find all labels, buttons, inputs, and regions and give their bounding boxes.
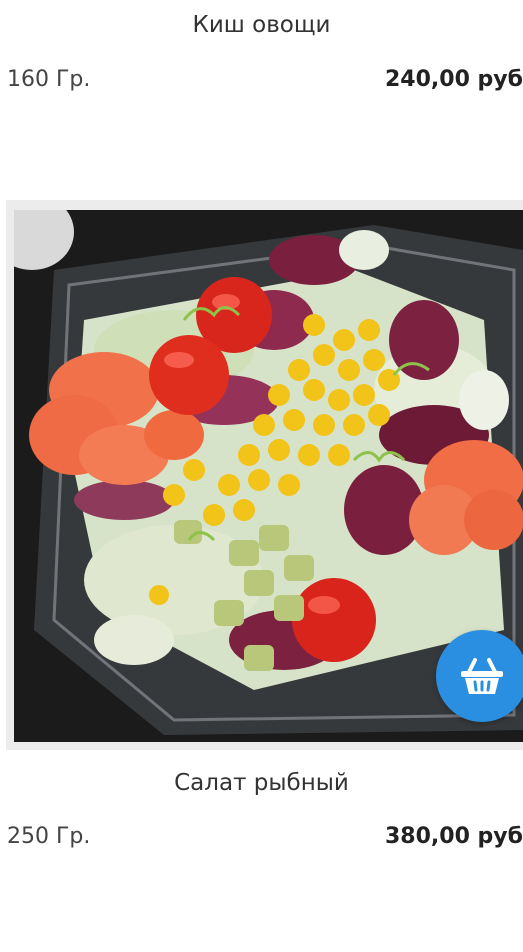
- basket-icon: [461, 658, 503, 694]
- product-image-frame: [6, 200, 523, 750]
- product-weight: 160 Гр.: [7, 67, 91, 92]
- product-price: 240,00 руб: [384, 67, 523, 92]
- product-card-fish-salad[interactable]: Салат рыбный 250 Гр. 380,00 руб: [0, 200, 523, 952]
- product-title[interactable]: Салат рыбный: [0, 770, 523, 796]
- product-title[interactable]: Киш овощи: [0, 12, 523, 38]
- product-price: 380,00 руб: [384, 824, 523, 849]
- product-card-quiche[interactable]: Киш овощи 160 Гр. 240,00 руб: [0, 0, 523, 150]
- product-weight: 250 Гр.: [7, 824, 91, 849]
- add-to-cart-button[interactable]: [436, 630, 523, 722]
